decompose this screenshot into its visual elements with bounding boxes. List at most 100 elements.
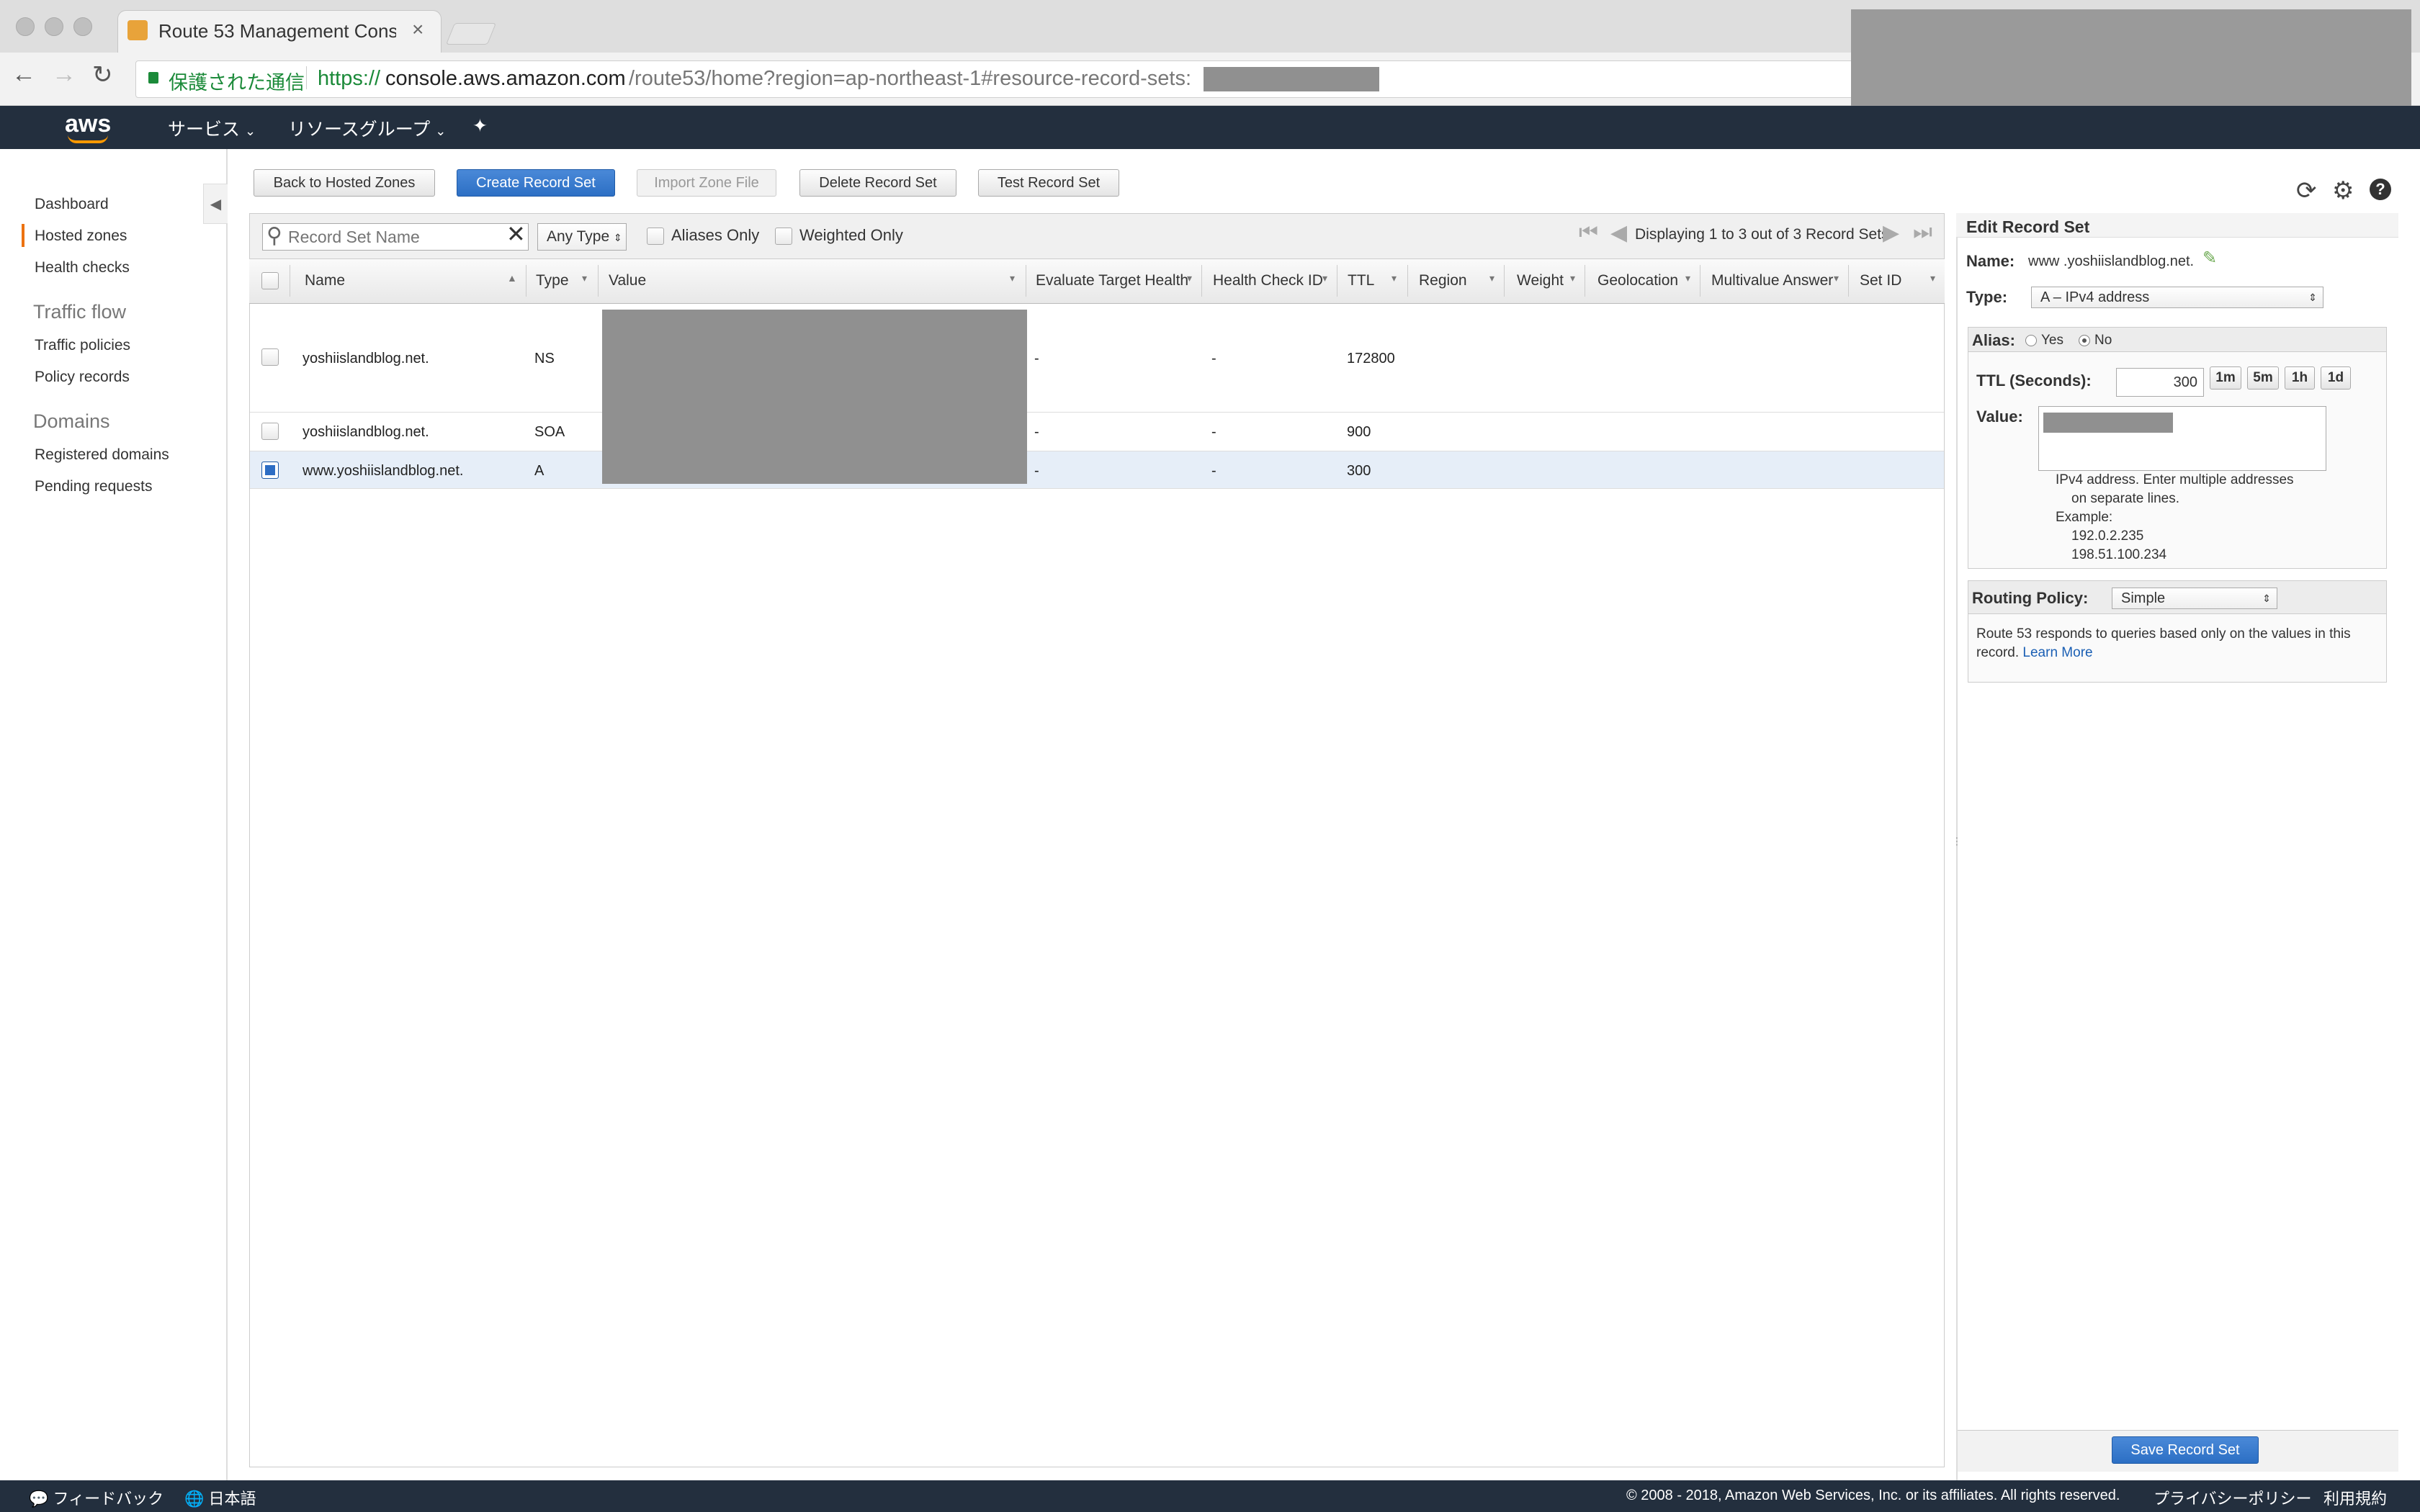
column-header-health-check-id[interactable]: Health Check ID — [1213, 272, 1323, 289]
column-header-name[interactable]: Name — [305, 272, 345, 289]
alias-yes-radio[interactable] — [2025, 335, 2037, 346]
sort-icon[interactable]: ▾ — [1570, 272, 1575, 284]
back-arrow-icon[interactable]: ← — [12, 60, 36, 89]
ttl-1h-button[interactable]: 1h — [2285, 366, 2315, 390]
column-header-weight[interactable]: Weight — [1517, 272, 1564, 289]
services-menu[interactable]: サービス ⌄ — [168, 115, 256, 141]
delete-record-set-button[interactable]: Delete Record Set — [799, 169, 956, 197]
column-header-ttl[interactable]: TTL — [1348, 272, 1374, 289]
active-indicator — [22, 224, 24, 247]
column-header-type[interactable]: Type — [536, 272, 569, 289]
row-type: SOA — [534, 424, 565, 440]
forward-arrow-icon[interactable]: → — [52, 60, 76, 89]
help-icon[interactable]: ? — [2370, 179, 2391, 200]
feedback-label: フィードバック — [53, 1490, 164, 1508]
aliases-only-checkbox[interactable] — [647, 228, 664, 245]
sidebar-item-traffic-policies[interactable]: Traffic policies — [35, 337, 130, 354]
type-label: Type: — [1966, 288, 2008, 306]
gear-icon[interactable]: ⚙ — [2332, 176, 2354, 205]
window-minimize-dot[interactable] — [45, 17, 63, 36]
create-record-set-button[interactable]: Create Record Set — [457, 169, 615, 197]
row-ttl: 900 — [1347, 424, 1371, 440]
column-header-evaluate-target-health[interactable]: Evaluate Target Health — [1036, 272, 1188, 289]
clear-search-icon[interactable]: ✕ — [506, 220, 526, 248]
back-to-hosted-zones-button[interactable]: Back to Hosted Zones — [254, 169, 435, 197]
sort-icon[interactable]: ▾ — [1010, 272, 1015, 284]
alias-no-radio[interactable] — [2079, 335, 2090, 346]
sidebar-item-policy-records[interactable]: Policy records — [35, 369, 130, 386]
sort-icon[interactable]: ▾ — [1834, 272, 1839, 284]
pin-icon[interactable]: ✦ — [472, 115, 488, 137]
next-page-icon[interactable]: ▶ — [1883, 220, 1899, 246]
sort-icon[interactable]: ▾ — [1685, 272, 1690, 284]
table-row[interactable] — [250, 413, 1944, 451]
sort-asc-icon[interactable]: ▲ — [507, 272, 517, 284]
value-hint-line: Example: — [2056, 510, 2113, 525]
sort-icon[interactable]: ▾ — [1322, 272, 1327, 284]
routing-policy-select[interactable]: Simple ⇕ — [2112, 588, 2277, 609]
language-link[interactable]: 🌐 日本語 — [184, 1486, 256, 1509]
refresh-icon[interactable]: ⟳ — [2296, 176, 2317, 205]
select-arrows-icon: ⇕ — [614, 232, 622, 243]
search-input[interactable] — [288, 225, 504, 248]
ttl-label: TTL (Seconds): — [1976, 372, 2092, 390]
row-evaluate-target-health: - — [1034, 424, 1039, 440]
sidebar-item-pending-requests[interactable]: Pending requests — [35, 478, 152, 495]
first-page-icon[interactable]: ⏮ — [1579, 220, 1598, 245]
sort-icon[interactable]: ▾ — [1392, 272, 1397, 284]
row-checkbox-checked[interactable] — [261, 462, 279, 479]
panel-resize-handle[interactable]: ⋮ — [1952, 835, 1962, 847]
ttl-5m-button[interactable]: 5m — [2247, 366, 2279, 390]
column-header-set-id[interactable]: Set ID — [1860, 272, 1901, 289]
sidebar-item-registered-domains[interactable]: Registered domains — [35, 446, 169, 464]
sidebar-item-health-checks[interactable]: Health checks — [35, 259, 130, 276]
column-header-region[interactable]: Region — [1419, 272, 1467, 289]
sidebar-item-hosted-zones[interactable]: Hosted zones — [35, 228, 127, 245]
privacy-policy-link[interactable]: プライバシーポリシー — [2154, 1486, 2312, 1509]
column-header-geolocation[interactable]: Geolocation — [1597, 272, 1678, 289]
sort-icon[interactable]: ▾ — [1187, 272, 1192, 284]
ttl-input[interactable] — [2116, 368, 2204, 397]
collapse-sidebar-icon[interactable]: ◀ — [203, 184, 228, 224]
row-health-check-id: - — [1211, 463, 1216, 479]
ttl-1d-button[interactable]: 1d — [2321, 366, 2351, 390]
test-record-set-button[interactable]: Test Record Set — [978, 169, 1119, 197]
row-type: NS — [534, 351, 555, 366]
sidebar-item-dashboard[interactable]: Dashboard — [35, 196, 109, 213]
table-row[interactable] — [250, 305, 1944, 413]
row-name: yoshiislandblog.net. — [302, 351, 429, 366]
sort-icon[interactable]: ▾ — [1489, 272, 1494, 284]
url-path: /route53/home?region=ap-northeast-1#reso… — [629, 67, 1192, 90]
learn-more-link[interactable]: Learn More — [2022, 645, 2092, 660]
resource-groups-menu[interactable]: リソースグループ ⌄ — [288, 115, 446, 141]
language-label: 日本語 — [208, 1490, 256, 1508]
column-header-value[interactable]: Value — [609, 272, 646, 289]
value-hint-line: IPv4 address. Enter multiple addresses — [2056, 472, 2294, 487]
feedback-link[interactable]: 💬 フィードバック — [29, 1486, 163, 1509]
select-all-checkbox[interactable] — [261, 272, 279, 289]
window-close-dot[interactable] — [16, 17, 35, 36]
pencil-icon[interactable]: ✎ — [2202, 248, 2217, 269]
new-tab-button[interactable] — [445, 23, 497, 45]
terms-link[interactable]: 利用規約 — [2323, 1486, 2387, 1509]
row-checkbox[interactable] — [261, 423, 279, 440]
tab-close-icon[interactable]: × — [412, 18, 424, 41]
record-type-select[interactable]: A – IPv4 address ⇕ — [2031, 287, 2323, 308]
table-row-selected[interactable] — [250, 451, 1944, 489]
reload-icon[interactable]: ↻ — [92, 60, 113, 89]
prev-page-icon[interactable]: ◀ — [1610, 220, 1627, 246]
sort-icon[interactable]: ▾ — [582, 272, 587, 284]
window-zoom-dot[interactable] — [73, 17, 92, 36]
address-divider — [306, 66, 307, 89]
import-zone-file-button[interactable]: Import Zone File — [637, 169, 776, 197]
weighted-only-checkbox[interactable] — [775, 228, 792, 245]
save-record-set-button[interactable]: Save Record Set — [2112, 1436, 2259, 1464]
url-scheme: https:// — [318, 67, 381, 90]
sort-icon[interactable]: ▾ — [1930, 272, 1935, 284]
type-filter-select[interactable]: Any Type ⇕ — [537, 223, 627, 251]
column-header-multivalue-answer[interactable]: Multivalue Answer — [1711, 272, 1833, 289]
last-page-icon[interactable]: ⏭ — [1913, 220, 1932, 245]
select-arrows-icon: ⇕ — [2262, 593, 2271, 604]
row-checkbox[interactable] — [261, 348, 279, 366]
ttl-1m-button[interactable]: 1m — [2210, 366, 2241, 390]
